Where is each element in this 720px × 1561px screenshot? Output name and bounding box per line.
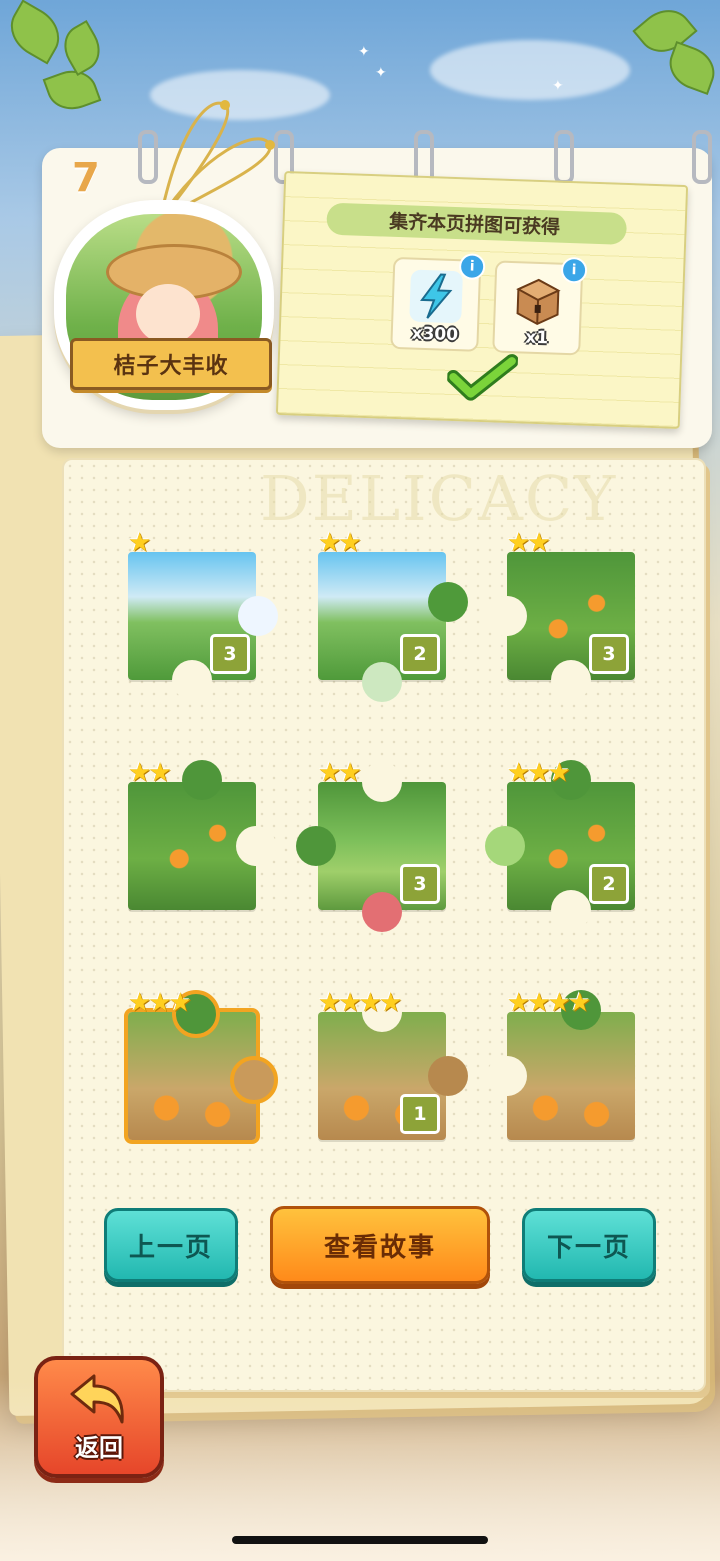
piece-knob	[485, 826, 525, 866]
page-watermark: DELICACY	[260, 462, 618, 535]
back-button[interactable]: 返回	[34, 1356, 164, 1478]
bird-decoration: ✦	[552, 78, 564, 94]
piece-count: 3	[210, 634, 250, 674]
piece-notch	[236, 826, 276, 866]
puzzle-piece-1[interactable]: 3	[128, 552, 278, 700]
star-icon: ★	[378, 988, 403, 1018]
reward-chest-qty: x1	[524, 327, 549, 349]
piece-knob	[182, 760, 222, 800]
home-indicator[interactable]	[232, 1536, 488, 1544]
puzzle-piece-5[interactable]: 3	[296, 762, 446, 932]
info-icon[interactable]: i	[560, 256, 588, 284]
star-rating: ★ ★	[507, 528, 551, 558]
star-rating: ★ ★ ★ ★	[507, 988, 592, 1018]
cloud	[430, 40, 630, 100]
star-icon: ★	[338, 758, 362, 788]
star-icon: ★	[567, 988, 592, 1018]
info-icon[interactable]: i	[458, 253, 486, 281]
puzzle-piece-2[interactable]: 2	[318, 552, 468, 702]
star-icon: ★	[338, 528, 362, 558]
piece-notch	[172, 660, 212, 700]
back-arrow-icon	[70, 1374, 124, 1424]
puzzle-piece-8[interactable]: 1	[318, 992, 468, 1140]
reward-note: 集齐本页拼图可获得 x300 i x1 i	[275, 171, 689, 429]
leaf-decoration	[55, 19, 109, 77]
star-rating: ★	[128, 528, 152, 558]
star-icon: ★	[128, 528, 152, 558]
chapter-number: 7	[72, 155, 100, 201]
star-rating: ★ ★	[318, 758, 362, 788]
puzzle-piece-9[interactable]	[487, 990, 635, 1140]
piece-knob	[428, 582, 468, 622]
lightning-energy-icon	[409, 269, 463, 323]
piece-notch	[551, 660, 591, 700]
binder-ring	[692, 130, 712, 184]
star-rating: ★ ★	[318, 528, 362, 558]
star-icon: ★	[148, 758, 172, 788]
prev-page-button[interactable]: 上一页	[104, 1208, 238, 1282]
piece-notch	[487, 1056, 527, 1096]
piece-knob	[230, 1056, 278, 1104]
star-icon: ★	[168, 988, 192, 1018]
piece-knob	[428, 1056, 468, 1096]
leaf-decoration	[42, 62, 102, 118]
puzzle-piece-6[interactable]: 2	[485, 760, 635, 930]
piece-knob	[362, 662, 402, 702]
reward-title: 集齐本页拼图可获得	[388, 210, 561, 239]
piece-count: 3	[589, 634, 629, 674]
puzzle-piece-4[interactable]	[128, 760, 276, 910]
portrait-face	[136, 284, 200, 344]
reward-energy-qty: x300	[411, 323, 459, 346]
leaf-decoration	[0, 0, 70, 65]
piece-knob	[238, 596, 278, 636]
piece-notch	[551, 890, 591, 930]
star-rating: ★ ★	[128, 758, 172, 788]
bird-decoration: ✦	[375, 65, 387, 81]
binder-ring	[554, 130, 574, 184]
chapter-title-ribbon: 桔子大丰收	[70, 338, 272, 390]
star-rating: ★ ★ ★	[507, 758, 571, 788]
wooden-chest-icon	[516, 278, 561, 326]
piece-count: 3	[400, 864, 440, 904]
bird-decoration: ✦	[358, 44, 370, 60]
piece-count: 2	[400, 634, 440, 674]
puzzle-piece-3[interactable]: 3	[487, 552, 635, 700]
view-story-button[interactable]: 查看故事	[270, 1206, 490, 1284]
star-icon: ★	[527, 528, 551, 558]
piece-knob	[362, 892, 402, 932]
next-page-button[interactable]: 下一页	[522, 1208, 656, 1282]
piece-count: 1	[400, 1094, 440, 1134]
puzzle-piece-7[interactable]	[124, 990, 278, 1144]
star-icon: ★	[547, 758, 571, 788]
piece-notch	[362, 762, 402, 802]
piece-notch	[487, 596, 527, 636]
star-rating: ★ ★ ★	[128, 988, 192, 1018]
checkmark-icon	[446, 354, 519, 401]
back-label: 返回	[75, 1434, 123, 1462]
piece-count: 2	[589, 864, 629, 904]
star-rating: ★ ★ ★ ★	[318, 988, 403, 1018]
piece-knob	[296, 826, 336, 866]
reward-chest[interactable]: x1 i	[492, 256, 588, 356]
reward-energy[interactable]: x300 i	[390, 253, 486, 352]
